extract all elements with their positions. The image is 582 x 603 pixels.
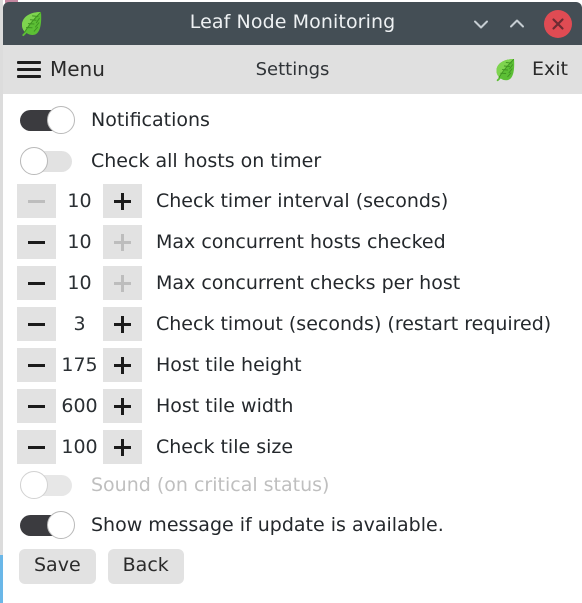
setting-label-sound-on-critical-status: Sound (on critical status) <box>91 474 330 496</box>
setting-row-show-update-message[interactable]: Show message if update is available. <box>20 508 444 542</box>
setting-label-check-all-hosts-on-timer: Check all hosts on timer <box>91 150 322 172</box>
stepper-host-tile-height[interactable]: 175 <box>17 348 142 382</box>
increment-button[interactable] <box>103 307 142 341</box>
increment-button[interactable] <box>103 266 142 300</box>
setting-row-notifications[interactable]: Notifications <box>20 103 210 137</box>
app-window: Leaf Node Monitoring Menu Settings Exit … <box>0 0 582 603</box>
decrement-button[interactable] <box>17 430 56 464</box>
setting-row-check-all-hosts-on-timer[interactable]: Check all hosts on timer <box>20 144 321 178</box>
setting-label-max-concurrent-checks-per-host: Max concurrent checks per host <box>156 272 461 294</box>
setting-label-host-tile-width: Host tile width <box>156 395 294 417</box>
stepper-value[interactable]: 10 <box>56 266 103 300</box>
setting-row-max-concurrent-checks-per-host: 10 Max concurrent checks per host <box>17 266 460 300</box>
setting-label-check-timer-interval: Check timer interval (seconds) <box>156 190 449 212</box>
toggle-notifications[interactable] <box>20 106 76 134</box>
stepper-max-concurrent-hosts[interactable]: 10 <box>17 225 142 259</box>
increment-button[interactable] <box>103 184 142 218</box>
chevron-down-icon[interactable] <box>470 13 492 35</box>
stepper-value[interactable]: 600 <box>56 389 103 423</box>
toggle-knob <box>47 106 75 134</box>
setting-row-check-timeout: 3 Check timout (seconds) (restart requir… <box>17 307 551 341</box>
stepper-value[interactable]: 100 <box>56 430 103 464</box>
setting-row-max-concurrent-hosts: 10 Max concurrent hosts checked <box>17 225 446 259</box>
decrement-button[interactable] <box>17 348 56 382</box>
increment-button[interactable] <box>103 430 142 464</box>
stepper-host-tile-width[interactable]: 600 <box>17 389 142 423</box>
decrement-button[interactable] <box>17 307 56 341</box>
increment-button[interactable] <box>103 225 142 259</box>
setting-row-check-timer-interval: 10 Check timer interval (seconds) <box>17 184 448 218</box>
setting-row-sound-on-critical-status: Sound (on critical status) <box>20 468 329 502</box>
setting-row-host-tile-height: 175 Host tile height <box>17 348 302 382</box>
exit-button-label: Exit <box>532 58 568 80</box>
setting-label-max-concurrent-hosts: Max concurrent hosts checked <box>156 231 446 253</box>
stepper-check-timeout[interactable]: 3 <box>17 307 142 341</box>
toggle-knob <box>20 471 48 499</box>
stepper-value[interactable]: 10 <box>56 184 103 218</box>
setting-label-notifications: Notifications <box>91 109 210 131</box>
save-button[interactable]: Save <box>19 549 96 584</box>
decrement-button[interactable] <box>17 225 56 259</box>
stepper-check-tile-size[interactable]: 100 <box>17 430 142 464</box>
decrement-button[interactable] <box>17 184 56 218</box>
stepper-value[interactable]: 10 <box>56 225 103 259</box>
toggle-check-all-hosts-on-timer[interactable] <box>20 147 76 175</box>
setting-row-host-tile-width: 600 Host tile width <box>17 389 293 423</box>
decrement-button[interactable] <box>17 266 56 300</box>
close-icon[interactable] <box>544 9 572 38</box>
exit-button[interactable]: Exit <box>492 56 568 82</box>
back-button[interactable]: Back <box>107 549 184 584</box>
toggle-show-update-message[interactable] <box>20 511 76 539</box>
setting-row-check-tile-size: 100 Check tile size <box>17 430 293 464</box>
toggle-knob <box>20 147 48 175</box>
increment-button[interactable] <box>103 348 142 382</box>
decrement-button[interactable] <box>17 389 56 423</box>
stepper-max-concurrent-checks-per-host[interactable]: 10 <box>17 266 142 300</box>
toggle-sound-on-critical-status <box>20 471 76 499</box>
toolbar: Menu Settings Exit <box>3 45 582 94</box>
settings-panel: Notifications Check all hosts on timer 1… <box>3 94 582 603</box>
title-bar: Leaf Node Monitoring <box>3 2 582 45</box>
stepper-check-timer-interval[interactable]: 10 <box>17 184 142 218</box>
increment-button[interactable] <box>103 389 142 423</box>
stepper-value[interactable]: 175 <box>56 348 103 382</box>
setting-label-show-update-message: Show message if update is available. <box>91 514 444 536</box>
setting-label-host-tile-height: Host tile height <box>156 354 302 376</box>
window-controls <box>470 2 572 45</box>
leaf-icon <box>492 56 518 82</box>
action-buttons: Save Back <box>19 549 184 584</box>
chevron-up-icon[interactable] <box>506 13 528 35</box>
toggle-knob <box>47 511 75 539</box>
stepper-value[interactable]: 3 <box>56 307 103 341</box>
setting-label-check-tile-size: Check tile size <box>156 436 294 458</box>
setting-label-check-timeout: Check timout (seconds) (restart required… <box>156 313 552 335</box>
